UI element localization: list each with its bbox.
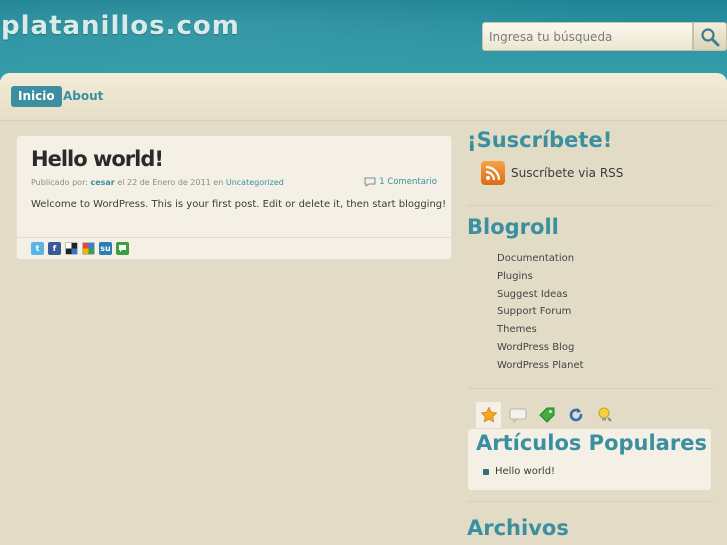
blogroll-link[interactable]: Themes (497, 321, 584, 339)
post-meta: Publicado por: cesar el 22 de Enero de 2… (31, 178, 284, 187)
tab-recent[interactable] (562, 401, 589, 428)
search-input[interactable] (482, 22, 693, 51)
post-divider (17, 237, 451, 238)
post-title[interactable]: Hello world! (31, 147, 164, 171)
sidebar-divider (467, 501, 713, 502)
delicious-icon[interactable] (65, 242, 78, 255)
archives-title: Archivos (467, 516, 569, 540)
comment-icon (364, 177, 376, 187)
post-comments-link[interactable]: 1 Comentario (364, 177, 437, 187)
lightbulb-icon (598, 407, 612, 422)
star-icon (480, 406, 497, 423)
popular-title: Artículos Populares (476, 431, 707, 455)
tab-tips[interactable] (591, 401, 618, 428)
blogroll-title: Blogroll (467, 215, 559, 239)
post-meta-prefix: Publicado por: (31, 178, 88, 187)
post-comments-label: 1 Comentario (379, 177, 437, 187)
post-category-link[interactable]: Uncategorized (226, 178, 284, 187)
nav-item-inicio[interactable]: Inicio (11, 86, 62, 107)
google-icon[interactable] (82, 242, 95, 255)
sidebar-divider (467, 205, 713, 206)
facebook-icon[interactable]: f (48, 242, 61, 255)
blogroll-link[interactable]: Support Forum (497, 303, 584, 321)
rss-label: Suscríbete via RSS (511, 166, 624, 180)
comment-icon (509, 408, 526, 423)
blogroll-link[interactable]: Suggest Ideas (497, 286, 584, 304)
blogroll-link[interactable]: WordPress Blog (497, 339, 584, 357)
refresh-icon (569, 407, 582, 421)
popular-post-label: Hello world! (495, 466, 556, 477)
twitter-icon[interactable]: t (31, 242, 44, 255)
site-title[interactable]: platanillos.com (1, 11, 240, 41)
search-button[interactable] (693, 22, 727, 51)
blogroll-link[interactable]: Documentation (497, 250, 584, 268)
subscribe-title: ¡Suscríbete! (467, 128, 613, 152)
technorati-icon[interactable] (116, 242, 129, 255)
rss-link[interactable]: Suscríbete via RSS (481, 161, 623, 185)
tab-popular[interactable] (475, 401, 502, 428)
post-author-link[interactable]: cesar (90, 178, 114, 187)
tag-icon (538, 407, 554, 423)
post-body: Welcome to WordPress. This is your first… (31, 199, 447, 210)
tab-comments[interactable] (504, 401, 531, 428)
bullet (483, 468, 489, 475)
popular-post-link[interactable]: Hello world! (483, 466, 555, 477)
rss-icon (481, 161, 505, 185)
stumbleupon-icon[interactable]: su (99, 242, 112, 255)
blogroll-link[interactable]: Plugins (497, 268, 584, 286)
tab-tags[interactable] (533, 401, 560, 428)
post-date: el 22 de Enero de 2011 en (117, 178, 224, 187)
popular-posts-box: Artículos Populares Hello world! (467, 428, 712, 491)
main-nav: Inicio About (0, 73, 727, 121)
post-card: Hello world! Publicado por: cesar el 22 … (16, 135, 452, 260)
search-icon (701, 27, 720, 46)
search-form (482, 22, 727, 51)
share-bar: t f su (31, 242, 129, 255)
blogroll-list: Documentation Plugins Suggest Ideas Supp… (497, 250, 584, 375)
sidebar-tabs (475, 401, 618, 428)
nav-item-about[interactable]: About (63, 86, 103, 107)
sidebar-divider (467, 388, 713, 389)
blogroll-link[interactable]: WordPress Planet (497, 357, 584, 375)
